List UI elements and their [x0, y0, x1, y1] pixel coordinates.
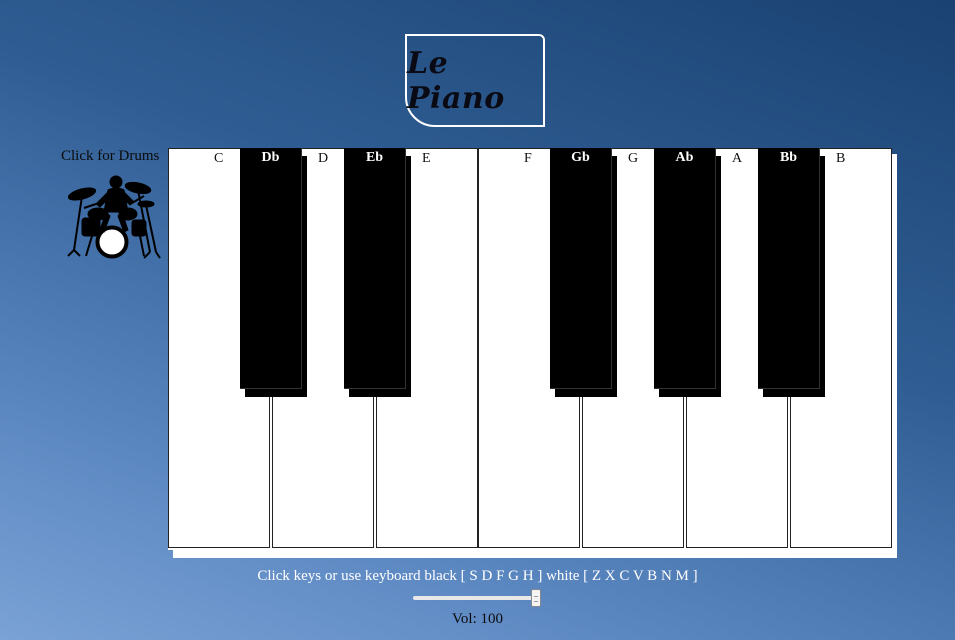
volume-slider[interactable]: [413, 589, 543, 607]
title-box: Le Piano: [405, 34, 545, 127]
key-label: Eb: [365, 150, 384, 165]
key-label: Ab: [675, 150, 694, 165]
key-label: E: [422, 151, 431, 166]
key-label: D: [318, 151, 329, 166]
key-label: F: [524, 151, 532, 166]
black-key-bb[interactable]: Bb: [758, 148, 820, 389]
black-key-db[interactable]: Db: [240, 148, 302, 389]
key-label: Db: [261, 150, 280, 165]
volume-slider-track[interactable]: [413, 596, 541, 600]
volume-slider-thumb[interactable]: [531, 589, 541, 607]
black-key-eb[interactable]: Eb: [344, 148, 406, 389]
key-label: C: [214, 151, 224, 166]
drummer-icon[interactable]: [64, 172, 162, 262]
drums-link[interactable]: Click for Drums: [61, 148, 159, 165]
key-label: B: [836, 151, 846, 166]
key-label: Bb: [779, 150, 798, 165]
key-label: G: [628, 151, 639, 166]
volume-label: Vol: 100: [452, 611, 503, 627]
black-key-ab[interactable]: Ab: [654, 148, 716, 389]
piano-keyboard: C D E F G A B Db Eb Gb Ab Bb: [168, 148, 892, 550]
instructions-text: Click keys or use keyboard black [ S D F…: [257, 568, 698, 584]
black-key-gb[interactable]: Gb: [550, 148, 612, 389]
key-label: Gb: [571, 150, 590, 165]
key-label: A: [732, 151, 743, 166]
page-title: Le Piano: [407, 45, 505, 116]
